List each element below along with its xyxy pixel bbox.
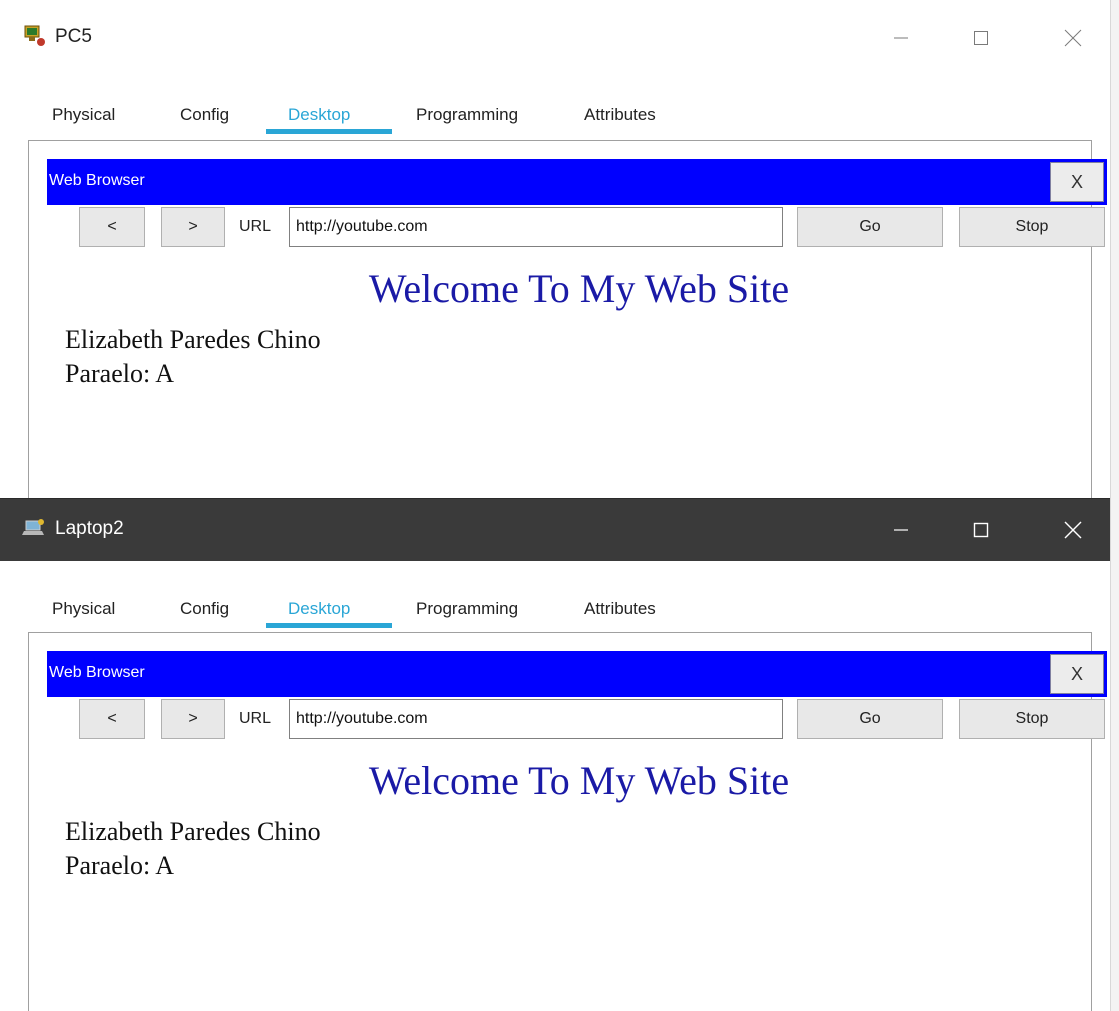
browser-toolbar: < > URL Go Stop xyxy=(49,699,1109,741)
go-button[interactable]: Go xyxy=(797,699,943,739)
page-heading: Welcome To My Web Site xyxy=(368,266,790,311)
browser-toolbar: < > URL Go Stop xyxy=(49,207,1109,249)
window-title: Laptop2 xyxy=(55,518,124,539)
url-label: URL xyxy=(239,710,272,727)
page-text-paralelo: Paraelo: A xyxy=(65,851,175,880)
web-browser-title: Web Browser xyxy=(49,172,145,189)
desktop-panel: Web Browser X < > URL Go Stop Welcome To… xyxy=(28,140,1107,500)
tab-programming[interactable]: Programming xyxy=(416,599,518,619)
tab-attributes[interactable]: Attributes xyxy=(584,105,656,125)
minimize-icon[interactable] xyxy=(878,20,924,56)
maximize-icon[interactable] xyxy=(958,512,1004,548)
tab-config[interactable]: Config xyxy=(180,599,229,619)
go-button[interactable]: Go xyxy=(797,207,943,247)
active-tab-indicator xyxy=(266,129,392,134)
tab-desktop[interactable]: Desktop xyxy=(288,599,350,619)
active-tab-indicator xyxy=(266,623,392,628)
browser-close-button[interactable]: X xyxy=(1050,654,1104,694)
browser-content: Welcome To My Web Site Elizabeth Paredes… xyxy=(49,253,1109,500)
page-heading: Welcome To My Web Site xyxy=(368,758,790,803)
stop-button[interactable]: Stop xyxy=(959,207,1105,247)
stop-button[interactable]: Stop xyxy=(959,699,1105,739)
web-browser-title: Web Browser xyxy=(49,664,145,681)
back-button[interactable]: < xyxy=(79,207,145,247)
window-title: PC5 xyxy=(55,26,92,47)
tab-physical[interactable]: Physical xyxy=(52,105,115,125)
close-icon[interactable] xyxy=(1050,20,1096,56)
window-laptop2: Laptop2 Physical Config Desktop Programm… xyxy=(0,498,1119,1011)
url-input[interactable] xyxy=(289,207,783,247)
tab-attributes[interactable]: Attributes xyxy=(584,599,656,619)
web-browser-titlebar: Web Browser X xyxy=(47,159,1107,205)
web-browser-titlebar: Web Browser X xyxy=(47,651,1107,697)
tab-physical[interactable]: Physical xyxy=(52,599,115,619)
close-icon[interactable] xyxy=(1050,512,1096,548)
forward-button[interactable]: > xyxy=(161,699,225,739)
background-window-edge xyxy=(1110,0,1119,1011)
page-text-name: Elizabeth Paredes Chino xyxy=(65,817,321,846)
desktop-panel: Web Browser X < > URL Go Stop Welcome To… xyxy=(28,632,1107,1011)
pc-app-icon xyxy=(22,24,46,48)
page-text-paralelo: Paraelo: A xyxy=(65,359,175,388)
back-button[interactable]: < xyxy=(79,699,145,739)
maximize-icon[interactable] xyxy=(958,20,1004,56)
tab-config[interactable]: Config xyxy=(180,105,229,125)
titlebar-pc5[interactable]: PC5 xyxy=(0,0,1119,82)
window-pc5: PC5 Physical Config Desktop Programming … xyxy=(0,0,1119,500)
url-input[interactable] xyxy=(289,699,783,739)
titlebar-laptop2[interactable]: Laptop2 xyxy=(0,498,1119,561)
url-label: URL xyxy=(239,218,272,235)
tab-programming[interactable]: Programming xyxy=(416,105,518,125)
laptop-app-icon xyxy=(22,516,46,540)
browser-content: Welcome To My Web Site Elizabeth Paredes… xyxy=(49,745,1109,995)
tab-desktop[interactable]: Desktop xyxy=(288,105,350,125)
minimize-icon[interactable] xyxy=(878,512,924,548)
forward-button[interactable]: > xyxy=(161,207,225,247)
page-text-name: Elizabeth Paredes Chino xyxy=(65,325,321,354)
browser-close-button[interactable]: X xyxy=(1050,162,1104,202)
